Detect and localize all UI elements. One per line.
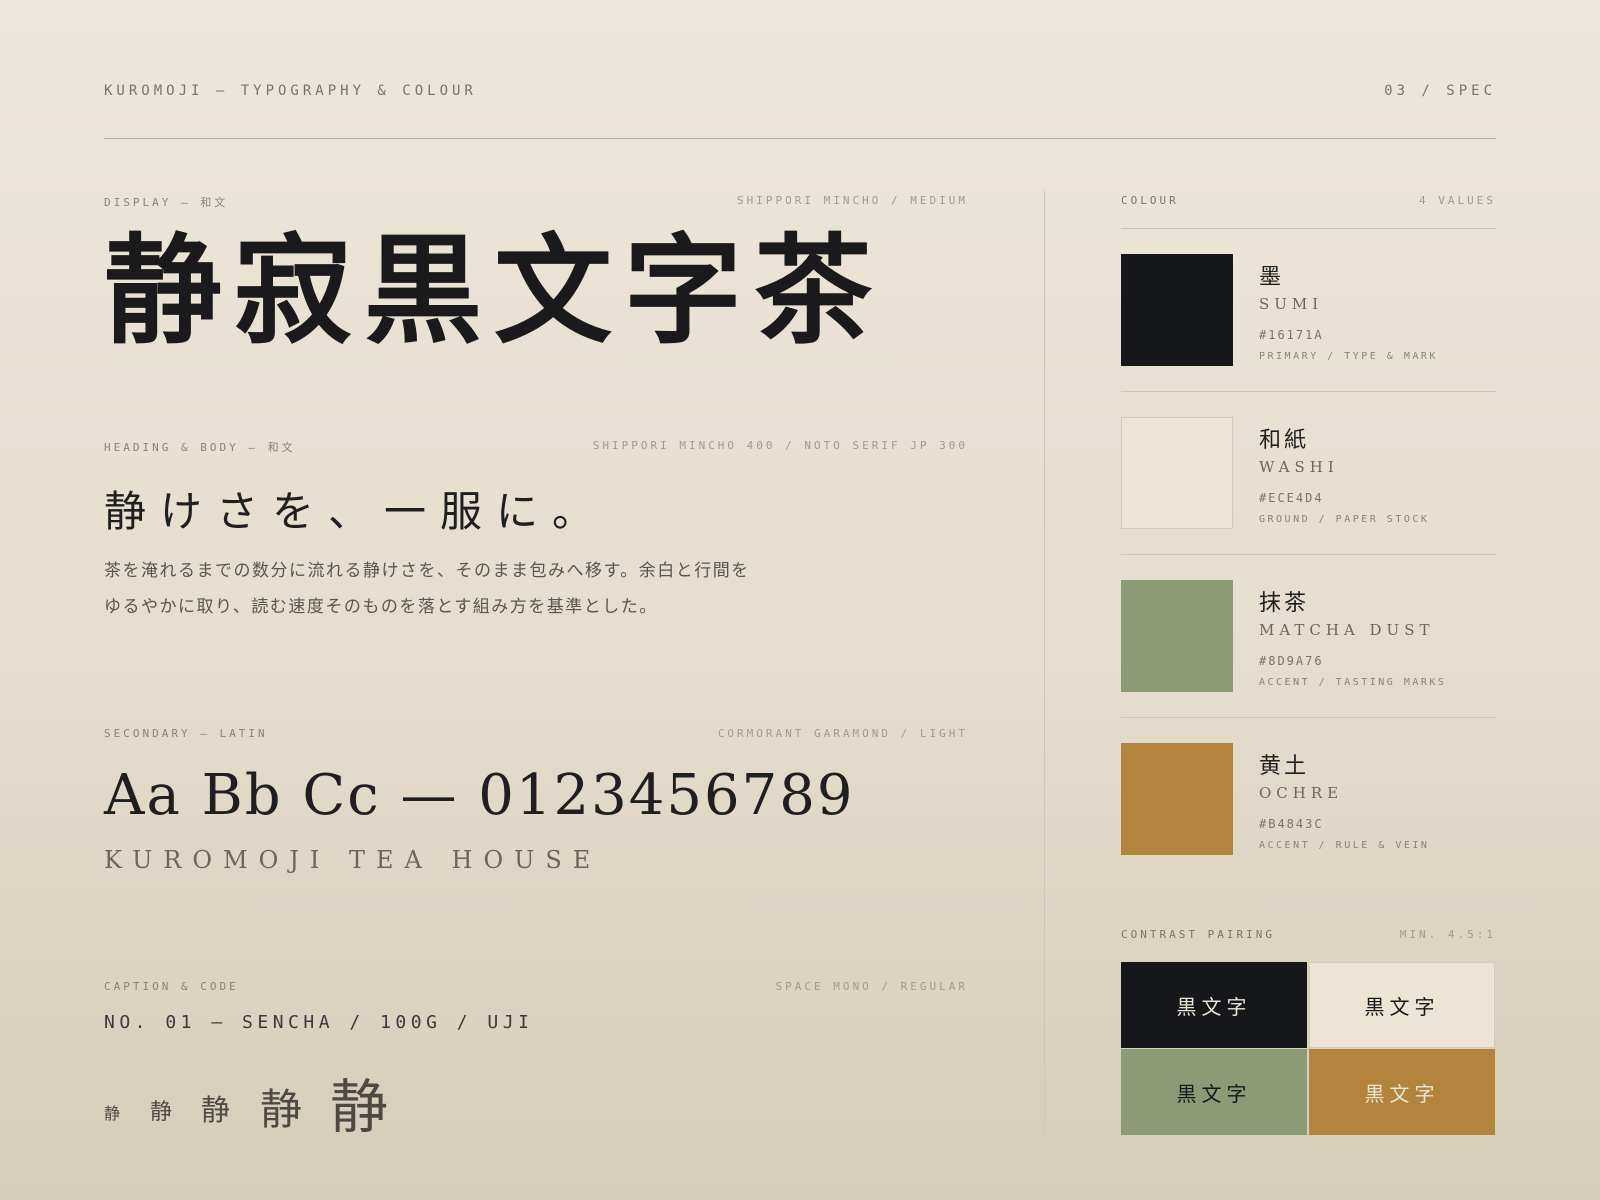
display-font-spec: SHIPPORI MINCHO / MEDIUM <box>737 194 968 207</box>
swatch-matcha <box>1121 580 1233 692</box>
swatch-washi-role: GROUND / PAPER STOCK <box>1259 514 1430 525</box>
swatch-washi <box>1121 417 1233 529</box>
document-title: KUROMOJI — TYPOGRAPHY & COLOUR <box>104 83 477 99</box>
latin-caps-sample: KUROMOJI TEA HOUSE <box>104 846 602 874</box>
swatch-sumi-name: 墨 <box>1259 265 1285 290</box>
swatch-divider <box>1121 554 1496 555</box>
swatch-ochre-role: ACCENT / RULE & VEIN <box>1259 840 1430 851</box>
contrast-pair-ochre: 黒文字 <box>1309 1049 1495 1135</box>
secondary-label: SECONDARY — LATIN <box>104 727 268 740</box>
scale-step-5: 静 <box>330 1073 389 1141</box>
heading-body-label: HEADING & BODY — 和文 <box>104 441 296 454</box>
code-sample: NO. 01 — SENCHA / 100G / UJI <box>104 1012 534 1033</box>
colour-count: 4 VALUES <box>1419 194 1496 207</box>
contrast-grid: 黒文字 黒文字 黒文字 黒文字 <box>1121 962 1496 1135</box>
latin-sample: Aa Bb Cc — 0123456789 <box>104 763 855 828</box>
scale-step-4: 静 <box>260 1085 303 1134</box>
swatch-washi-roman: WASHI <box>1259 458 1339 476</box>
swatch-matcha-role: ACCENT / TASTING MARKS <box>1259 677 1447 688</box>
caption-font-spec: SPACE MONO / REGULAR <box>775 980 968 993</box>
contrast-pair-matcha: 黒文字 <box>1121 1049 1307 1135</box>
swatch-divider <box>1121 717 1496 718</box>
colour-divider <box>1121 228 1496 229</box>
secondary-font-spec: CORMORANT GARAMOND / LIGHT <box>717 727 968 740</box>
scale-step-2: 静 <box>150 1100 173 1125</box>
swatch-matcha-name: 抹茶 <box>1259 591 1310 616</box>
caption-label: CAPTION & CODE <box>104 980 239 993</box>
heading-sample: 静けさを、一服に。 <box>104 487 609 536</box>
swatch-divider <box>1121 391 1496 392</box>
swatch-sumi-hex: #16171A <box>1259 328 1324 342</box>
colour-label: COLOUR <box>1121 194 1179 207</box>
swatch-sumi <box>1121 254 1233 366</box>
scale-step-3: 静 <box>201 1093 231 1127</box>
swatch-sumi-role: PRIMARY / TYPE & MARK <box>1259 351 1438 362</box>
swatch-ochre <box>1121 743 1233 855</box>
contrast-min: MIN. 4.5:1 <box>1399 928 1496 941</box>
swatch-washi-hex: #ECE4D4 <box>1259 491 1324 505</box>
swatch-washi-name: 和紙 <box>1259 428 1310 453</box>
scale-step-1: 静 <box>104 1104 121 1123</box>
swatch-matcha-hex: #8D9A76 <box>1259 654 1324 668</box>
swatch-ochre-hex: #B4843C <box>1259 817 1324 831</box>
swatch-ochre-roman: OCHRE <box>1259 784 1344 802</box>
contrast-pair-sumi: 黒文字 <box>1121 962 1307 1048</box>
body-sample: 茶を淹れるまでの数分に流れる静けさを、そのまま包みへ移す。余白と行間をゆるやかに… <box>104 561 750 617</box>
contrast-pair-washi: 黒文字 <box>1309 962 1495 1048</box>
display-sample: 静寂黒文字茶 <box>104 221 885 360</box>
page-number: 03 / SPEC <box>1384 83 1496 99</box>
display-label: DISPLAY — 和文 <box>104 196 229 209</box>
heading-body-font-spec: SHIPPORI MINCHO 400 / NOTO SERIF JP 300 <box>592 439 968 452</box>
type-scale: 静 静 静 静 静 <box>104 1060 504 1141</box>
swatch-sumi-roman: SUMI <box>1259 295 1324 313</box>
contrast-label: CONTRAST PAIRING <box>1121 928 1275 941</box>
swatch-ochre-name: 黄土 <box>1259 754 1310 779</box>
swatch-matcha-roman: MATCHA DUST <box>1259 621 1435 639</box>
column-divider <box>1044 191 1045 1136</box>
header-divider <box>104 138 1496 139</box>
